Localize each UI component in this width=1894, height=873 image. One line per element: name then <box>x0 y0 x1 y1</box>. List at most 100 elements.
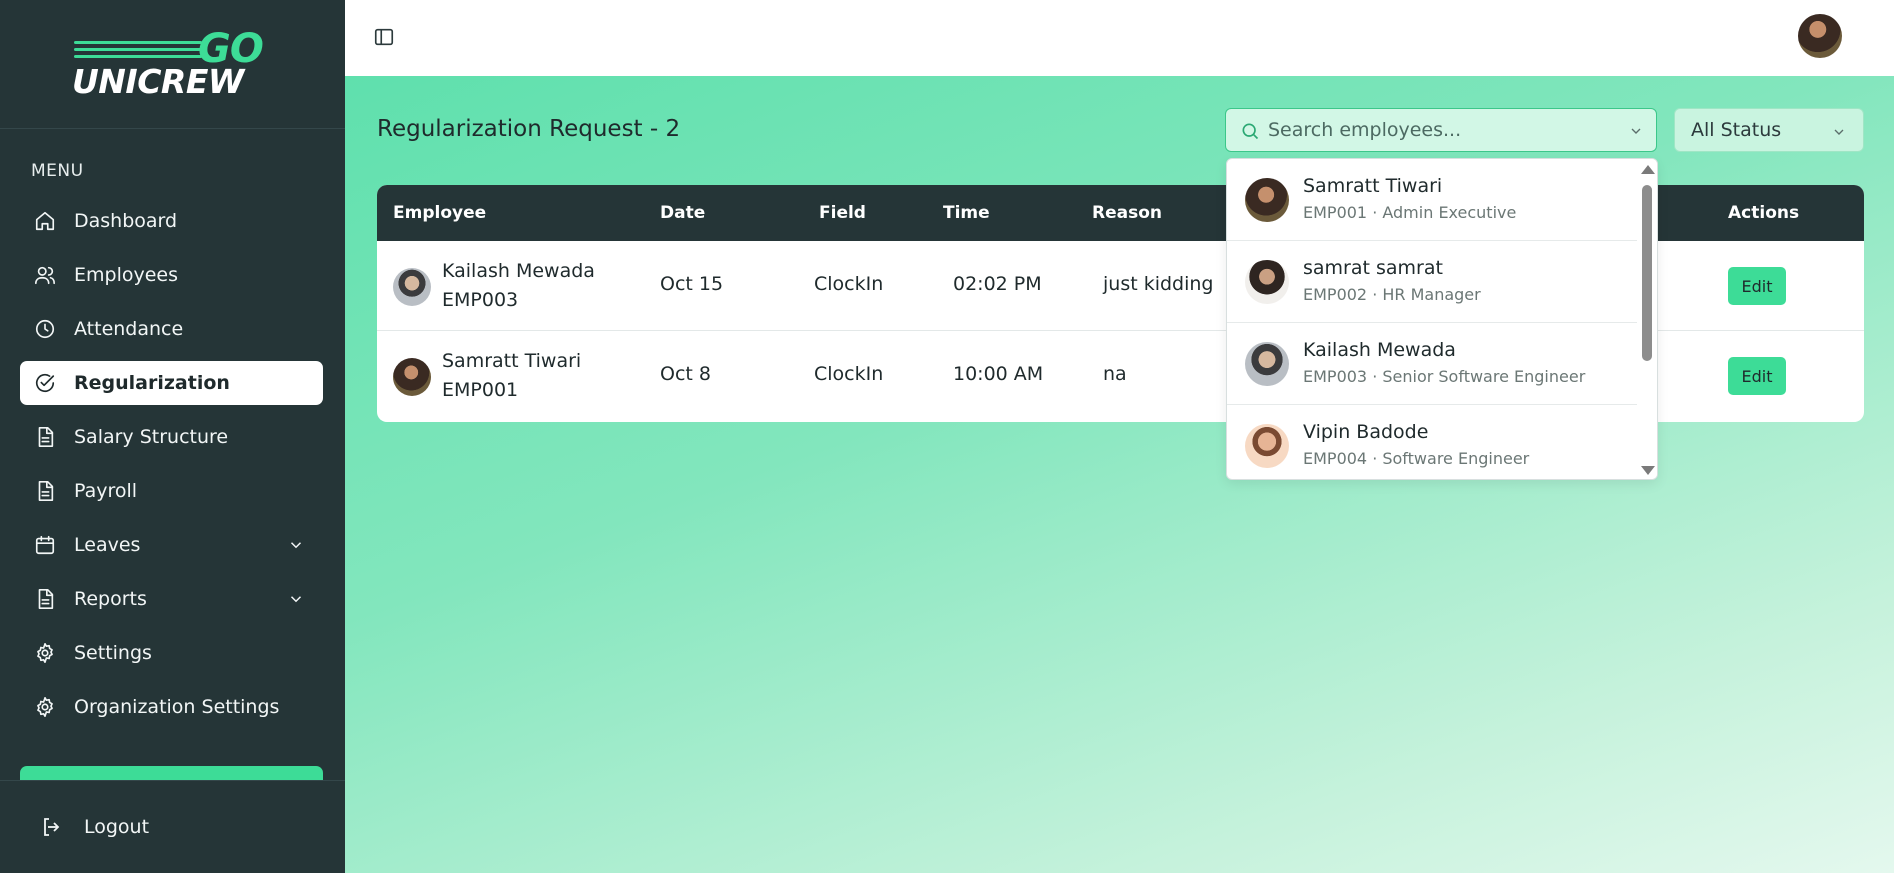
sidebar-divider <box>0 128 345 129</box>
sidebar-item-leaves[interactable]: Leaves <box>20 523 323 567</box>
employee-cell: Samratt Tiwari EMP001 <box>442 347 581 405</box>
clock-icon <box>34 318 56 340</box>
sidebar-toggle-button[interactable] <box>373 26 395 48</box>
employee-name: Samratt Tiwari <box>442 350 582 372</box>
employee-avatar <box>393 268 431 306</box>
unicrew-logo[interactable]: GO UNICREW <box>72 26 272 101</box>
employee-id: EMP001 <box>442 379 519 401</box>
sidebar-item-label: Regularization <box>74 372 230 394</box>
logout-button[interactable]: Logout <box>40 815 149 839</box>
employee-name: Kailash Mewada <box>442 260 595 282</box>
sidebar-item-settings[interactable]: Settings <box>20 631 323 675</box>
option-details: EMP001 · Admin Executive <box>1303 203 1517 222</box>
logout-icon <box>44 818 60 836</box>
reason-cell: just kidding <box>1103 273 1214 295</box>
date-cell: Oct 8 <box>660 363 711 385</box>
employee-avatar <box>393 358 431 396</box>
avatar <box>1245 178 1289 222</box>
sidebar-item-dashboard[interactable]: Dashboard <box>20 199 323 243</box>
chevron-down-icon[interactable] <box>287 536 305 554</box>
scroll-up-arrow-icon[interactable] <box>1641 165 1655 174</box>
date-cell: Oct 15 <box>660 273 724 295</box>
time-cell: 10:00 AM <box>953 363 1044 385</box>
option-name: Kailash Mewada <box>1303 339 1456 361</box>
sidebar-item-regularization[interactable]: Regularization <box>20 361 323 405</box>
search-icon <box>1240 121 1260 141</box>
option-details: EMP002 · HR Manager <box>1303 285 1481 304</box>
chevron-down-icon <box>1831 123 1847 139</box>
column-header-actions: Actions <box>1728 203 1800 223</box>
check-circle-icon <box>34 372 56 394</box>
logout-divider <box>0 780 345 781</box>
sidebar-item-attendance[interactable]: Attendance <box>20 307 323 351</box>
dropdown-option[interactable]: Kailash Mewada EMP003 · Senior Software … <box>1227 323 1637 405</box>
sidebar-item-salary-structure[interactable]: Salary Structure <box>20 415 323 459</box>
status-filter-select[interactable]: All Status <box>1674 108 1864 152</box>
calendar-icon <box>34 534 56 556</box>
home-icon <box>34 210 56 232</box>
sidebar-item-payroll[interactable]: Payroll <box>20 469 323 513</box>
sidebar-item-label: Dashboard <box>74 210 178 232</box>
panel-left-icon <box>374 28 394 46</box>
search-input[interactable] <box>1268 115 1618 145</box>
page-title: Regularization Request - 2 <box>377 116 681 142</box>
employee-id: EMP003 <box>442 289 519 311</box>
option-name: Samratt Tiwari <box>1303 175 1443 197</box>
main-content: Regularization Request - 2 All Status Em… <box>345 76 1894 873</box>
option-details: EMP003 · Senior Software Engineer <box>1303 367 1586 386</box>
document-icon <box>34 480 56 502</box>
dropdown-scrollbar[interactable] <box>1637 159 1657 479</box>
field-cell: ClockIn <box>814 273 884 295</box>
sidebar-item-label: Organization Settings <box>74 696 280 718</box>
column-header-field: Field <box>819 203 866 223</box>
avatar <box>1245 424 1289 468</box>
chevron-down-icon[interactable] <box>287 590 305 608</box>
option-name: samrat samrat <box>1303 257 1443 279</box>
logo-name-text: UNICREW <box>72 62 244 101</box>
chevron-down-icon[interactable] <box>1628 123 1644 139</box>
sidebar-item-label: Employees <box>74 264 178 286</box>
employee-dropdown-list: Samratt Tiwari EMP001 · Admin Executive … <box>1226 158 1658 480</box>
sidebar-item-label: Attendance <box>74 318 184 340</box>
sidebar: GO UNICREW MENU Dashboard Employees Atte… <box>0 0 345 873</box>
sidebar-item-label: Reports <box>74 588 147 610</box>
gear-icon <box>34 696 56 718</box>
field-cell: ClockIn <box>814 363 884 385</box>
users-icon <box>34 264 56 286</box>
gear-icon <box>34 642 56 664</box>
sidebar-item-label: Leaves <box>74 534 141 556</box>
status-filter-value: All Status <box>1691 119 1782 141</box>
column-header-time: Time <box>943 203 990 223</box>
employee-search-combobox[interactable] <box>1225 108 1657 152</box>
menu-label: MENU <box>31 161 84 181</box>
document-icon <box>34 426 56 448</box>
dropdown-option[interactable]: Vipin Badode EMP004 · Software Engineer <box>1227 405 1637 479</box>
dropdown-option[interactable]: Samratt Tiwari EMP001 · Admin Executive <box>1227 159 1637 241</box>
user-avatar[interactable] <box>1798 14 1842 58</box>
sidebar-item-label: Settings <box>74 642 152 664</box>
sidebar-item-label: Payroll <box>74 480 138 502</box>
employee-cell: Kailash Mewada EMP003 <box>442 257 595 315</box>
sidebar-item-organization-settings[interactable]: Organization Settings <box>20 685 323 729</box>
sidebar-item-reports[interactable]: Reports <box>20 577 323 621</box>
reason-cell: na <box>1103 363 1127 385</box>
scroll-down-arrow-icon[interactable] <box>1641 466 1655 475</box>
sidebar-hidden-item[interactable] <box>20 766 323 780</box>
column-header-reason: Reason <box>1092 203 1162 223</box>
logo-speed-lines <box>74 41 202 62</box>
option-name: Vipin Badode <box>1303 421 1429 443</box>
logout-label: Logout <box>84 816 150 838</box>
edit-button[interactable]: Edit <box>1728 267 1786 305</box>
time-cell: 02:02 PM <box>953 273 1042 295</box>
document-icon <box>34 588 56 610</box>
column-header-date: Date <box>660 203 706 223</box>
topbar <box>345 0 1894 76</box>
column-header-employee: Employee <box>393 203 487 223</box>
edit-button[interactable]: Edit <box>1728 357 1786 395</box>
sidebar-item-employees[interactable]: Employees <box>20 253 323 297</box>
dropdown-option[interactable]: samrat samrat EMP002 · HR Manager <box>1227 241 1637 323</box>
option-details: EMP004 · Software Engineer <box>1303 449 1530 468</box>
scrollbar-thumb[interactable] <box>1642 185 1652 361</box>
sidebar-nav: Dashboard Employees Attendance Regulariz… <box>20 199 323 739</box>
sidebar-item-label: Salary Structure <box>74 426 229 448</box>
